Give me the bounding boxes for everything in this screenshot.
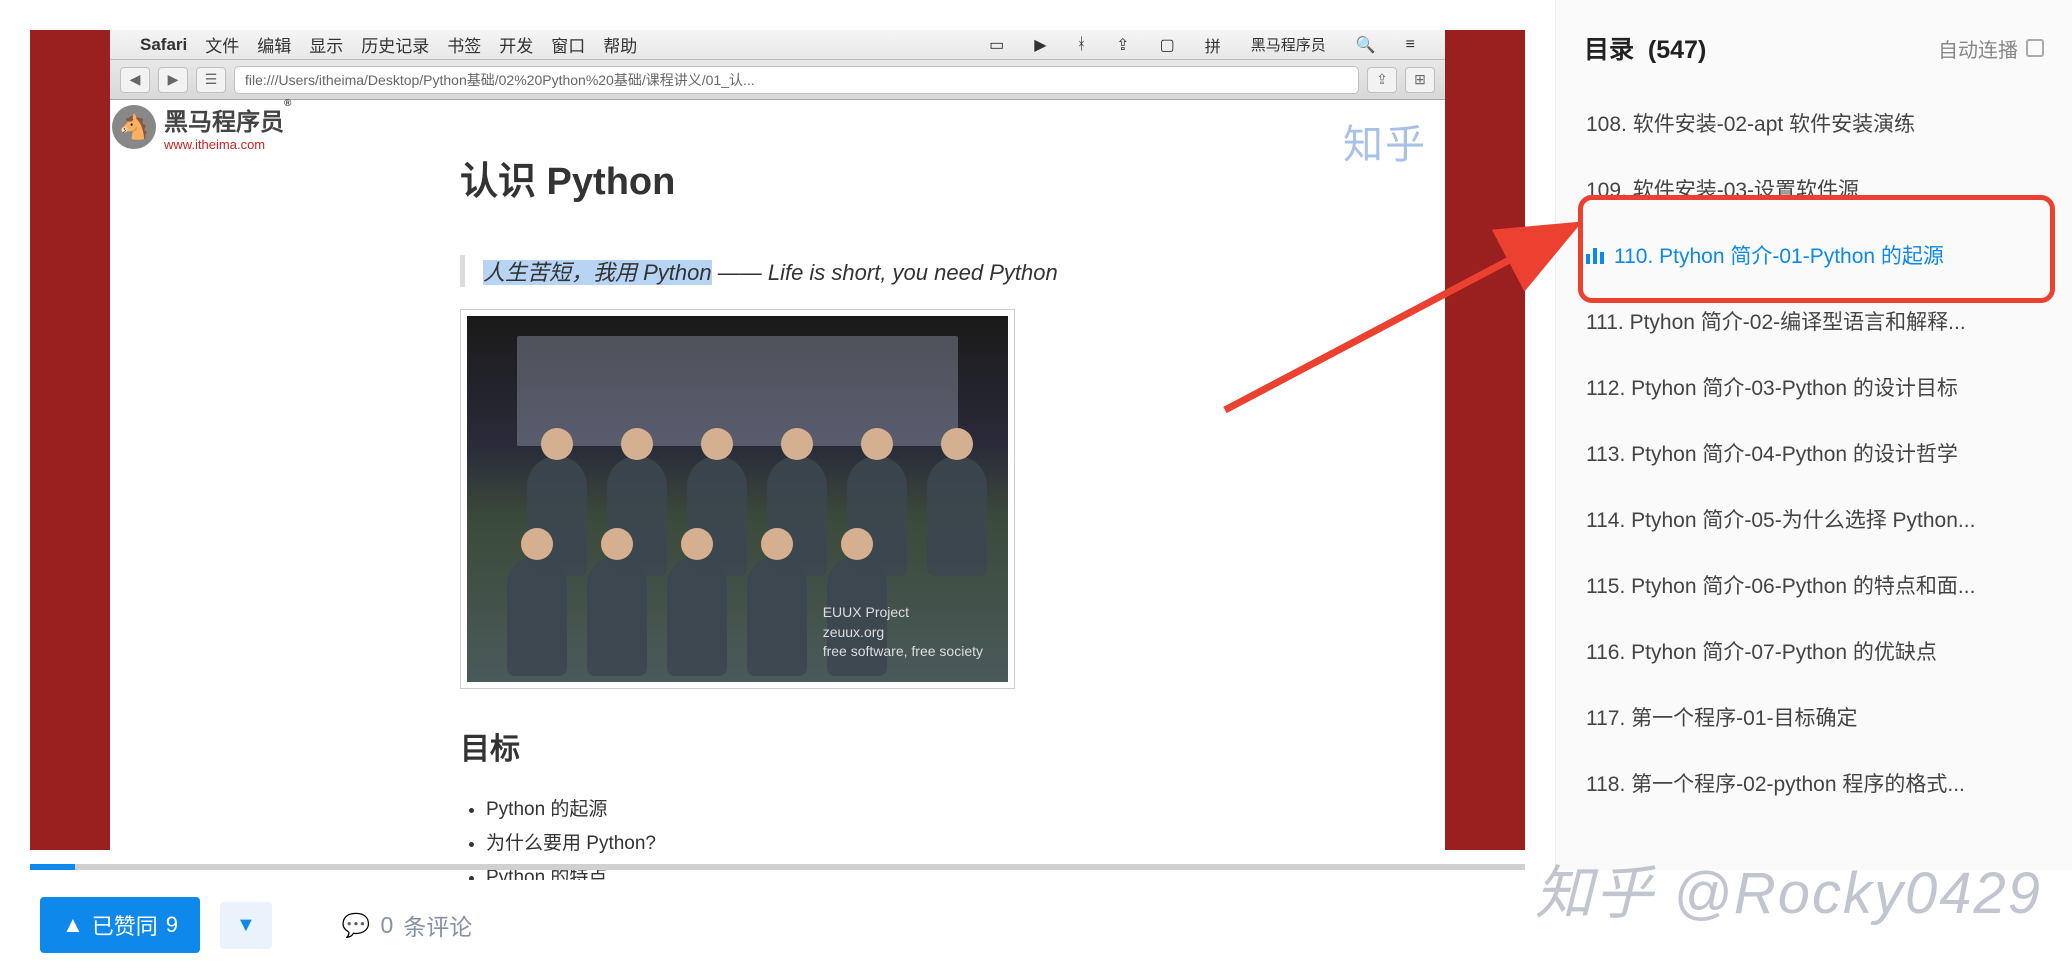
autoplay-toggle[interactable]: 自动连播: [1938, 34, 2044, 63]
upvote-label: 已赞同: [92, 909, 158, 941]
menu-help: 帮助: [603, 32, 637, 57]
comments-label: 条评论: [403, 908, 472, 942]
downvote-triangle-icon: ▼: [236, 914, 256, 936]
upvote-triangle-icon: ▲: [62, 912, 84, 938]
now-playing-icon: [1586, 246, 1604, 264]
playlist-item[interactable]: 108. 软件安装-02-apt 软件安装演练: [1574, 90, 2054, 156]
mac-menubar: Safari 文件 编辑 显示 历史记录 书签 开发 窗口 帮助 ▭ ▶ ᚼ ⇪…: [110, 30, 1445, 60]
playlist-items: 108. 软件安装-02-apt 软件安装演练109. 软件安装-03-设置软件…: [1556, 90, 2072, 816]
playlist-item[interactable]: 112. Ptyhon 简介-03-Python 的设计目标: [1574, 354, 2054, 420]
upvote-button[interactable]: ▲ 已赞同 9: [40, 897, 200, 953]
goals-heading: 目标: [460, 724, 1095, 768]
logo-icon: 🐴: [112, 105, 156, 149]
bluetooth-icon: ᚼ: [1077, 36, 1087, 54]
url-text: file:///Users/itheima/Desktop/Python基础/0…: [245, 70, 755, 90]
screen-icon: ▭: [989, 35, 1004, 55]
author-watermark: 知乎 @Rocky0429: [1535, 846, 2042, 930]
menu-window: 窗口: [551, 32, 585, 57]
playlist-header: 目录 (547) 自动连播: [1556, 30, 2072, 90]
logo-text-sub: www.itheima.com: [164, 137, 284, 152]
menu-view: 显示: [309, 32, 343, 57]
url-bar[interactable]: file:///Users/itheima/Desktop/Python基础/0…: [234, 66, 1359, 94]
playlist-item[interactable]: 110. Ptyhon 简介-01-Python 的起源: [1574, 222, 2054, 288]
playlist-sidebar: 目录 (547) 自动连播 108. 软件安装-02-apt 软件安装演练109…: [1555, 0, 2072, 870]
video-icon: ▶: [1034, 35, 1046, 55]
search-icon: 🔍: [1356, 35, 1376, 55]
forward-button[interactable]: ▶: [158, 67, 188, 93]
quote-highlighted: 人生苦短，我用 Python: [483, 260, 712, 285]
menubar-user: 黑马程序员: [1251, 34, 1326, 55]
menubar-app: Safari: [140, 35, 187, 55]
playlist-item[interactable]: 116. Ptyhon 简介-07-Python 的优缺点: [1574, 618, 2054, 684]
goal-item: 为什么要用 Python?: [486, 827, 1095, 861]
goal-item: Python 的起源: [486, 793, 1095, 827]
video-progress-fill: [30, 864, 75, 870]
page-quote: 人生苦短，我用 Python —— Life is short, you nee…: [460, 255, 1095, 287]
photo-box: EUUX Project zeuux.org free software, fr…: [460, 309, 1015, 689]
video-player-area: Safari 文件 编辑 显示 历史记录 书签 开发 窗口 帮助 ▭ ▶ ᚼ ⇪…: [0, 0, 1555, 870]
back-button[interactable]: ◀: [120, 67, 150, 93]
playlist-item[interactable]: 114. Ptyhon 简介-05-为什么选择 Python...: [1574, 486, 2054, 552]
page-title: 认识 Python: [460, 150, 1095, 205]
group-photo: EUUX Project zeuux.org free software, fr…: [467, 316, 1008, 682]
menu-bookmarks: 书签: [447, 32, 481, 57]
playlist-item[interactable]: 109. 软件安装-03-设置软件源: [1574, 156, 2054, 222]
autoplay-checkbox[interactable]: [2026, 39, 2044, 57]
autoplay-label: 自动连播: [1938, 34, 2018, 63]
content-page: 认识 Python 人生苦短，我用 Python —— Life is shor…: [110, 100, 1445, 850]
safari-toolbar: ◀ ▶ ☰ file:///Users/itheima/Desktop/Pyth…: [110, 60, 1445, 100]
wifi-icon: ⇪: [1116, 35, 1129, 55]
menubar-right: ▭ ▶ ᚼ ⇪ ▢ 拼 黑马程序员 🔍 ≡: [989, 33, 1433, 57]
menu-file: 文件: [205, 32, 239, 57]
comment-icon: 💬: [342, 912, 371, 939]
brand-logo: 🐴 黑马程序员® www.itheima.com: [112, 102, 284, 152]
playlist-item[interactable]: 113. Ptyhon 简介-04-Python 的设计哲学: [1574, 420, 2054, 486]
logo-text-main: 黑马程序员®: [164, 102, 284, 137]
playlist-item[interactable]: 117. 第一个程序-01-目标确定: [1574, 684, 2054, 750]
playlist-item-label: 110. Ptyhon 简介-01-Python 的起源: [1614, 240, 1944, 270]
input-method-icon: 拼: [1205, 33, 1221, 57]
zhihu-watermark: 知乎: [1343, 112, 1427, 170]
playlist-item[interactable]: 118. 第一个程序-02-python 程序的格式...: [1574, 750, 2054, 816]
playlist-item[interactable]: 115. Ptyhon 简介-06-Python 的特点和面...: [1574, 552, 2054, 618]
menu-history: 历史记录: [361, 32, 429, 57]
menu-edit: 编辑: [257, 32, 291, 57]
menu-icon: ≡: [1406, 36, 1415, 54]
comments-count: 0: [380, 912, 393, 939]
quote-rest: —— Life is short, you need Python: [712, 260, 1058, 285]
upvote-count: 9: [166, 912, 178, 938]
video-frame[interactable]: Safari 文件 编辑 显示 历史记录 书签 开发 窗口 帮助 ▭ ▶ ᚼ ⇪…: [30, 30, 1525, 850]
tabs-button[interactable]: ⊞: [1405, 67, 1435, 93]
video-progress-bar[interactable]: [30, 864, 1525, 870]
sidebar-button[interactable]: ☰: [196, 67, 226, 93]
display-icon: ▢: [1160, 35, 1175, 55]
playlist-title: 目录 (547): [1584, 30, 1706, 66]
share-button[interactable]: ⇪: [1367, 67, 1397, 93]
photo-caption: EUUX Project zeuux.org free software, fr…: [823, 603, 983, 662]
comments-link[interactable]: 💬 0 条评论: [342, 908, 472, 942]
playlist-item[interactable]: 111. Ptyhon 简介-02-编译型语言和解释...: [1574, 288, 2054, 354]
downvote-button[interactable]: ▼: [220, 902, 272, 949]
menu-develop: 开发: [499, 32, 533, 57]
